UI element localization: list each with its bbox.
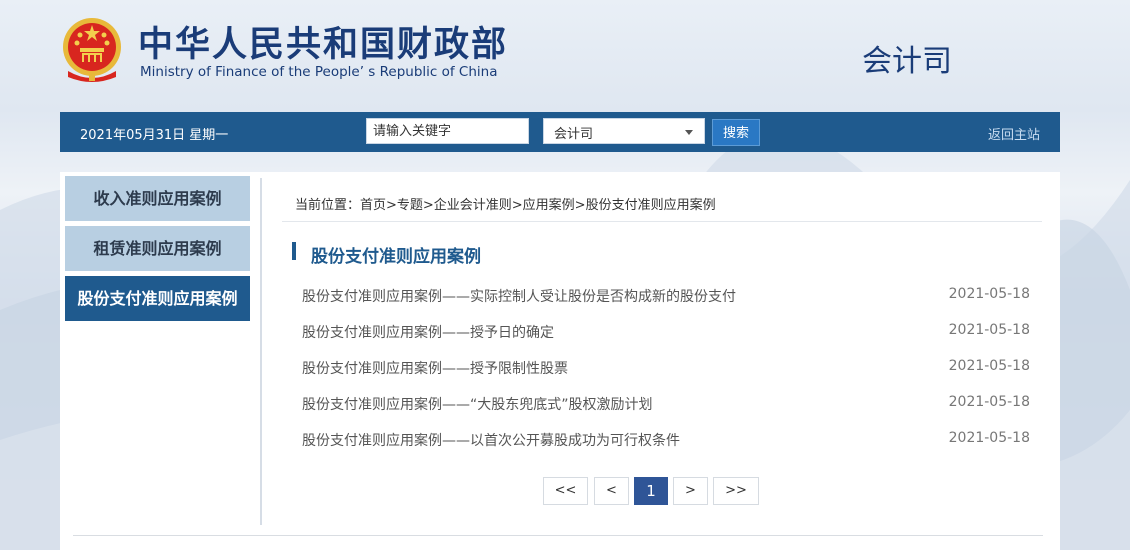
page-1-button[interactable]: 1 (634, 477, 668, 505)
site-title-cn: 中华人民共和国财政部 (138, 25, 509, 65)
search-input[interactable] (366, 118, 529, 144)
last-page-button[interactable]: >> (713, 477, 759, 505)
list-item: 股份支付准则应用案例——授予限制性股票 2021-05-18 (302, 358, 1030, 394)
top-navbar: 2021年05月31日 星期一 会计司 搜索 返回主站 (60, 112, 1060, 152)
section-title: 股份支付准则应用案例 (311, 247, 481, 267)
department-name: 会计司 (862, 44, 952, 79)
article-link[interactable]: 股份支付准则应用案例——授予限制性股票 (302, 358, 568, 378)
return-home-link[interactable]: 返回主站 (988, 124, 1040, 143)
next-page-button[interactable]: > (673, 477, 708, 505)
chevron-down-icon (685, 130, 693, 135)
department-select-value: 会计司 (554, 127, 594, 142)
article-date: 2021-05-18 (948, 394, 1030, 410)
sidebar-item-revenue[interactable]: 收入准则应用案例 (65, 176, 250, 221)
article-date: 2021-05-18 (948, 322, 1030, 338)
footer-divider (73, 535, 1043, 536)
national-emblem-icon (63, 18, 121, 82)
section-title-marker (292, 242, 296, 260)
article-date: 2021-05-18 (948, 430, 1030, 446)
search-button[interactable]: 搜索 (712, 119, 760, 146)
article-link[interactable]: 股份支付准则应用案例——实际控制人受让股份是否构成新的股份支付 (302, 286, 736, 306)
vertical-divider (260, 178, 262, 525)
current-date: 2021年05月31日 星期一 (80, 128, 229, 143)
content-panel: 收入准则应用案例 租赁准则应用案例 股份支付准则应用案例 当前位置：首页>专题>… (60, 172, 1060, 550)
horizontal-divider (282, 221, 1042, 222)
list-item: 股份支付准则应用案例——“大股东兜底式”股权激励计划 2021-05-18 (302, 394, 1030, 430)
first-page-button[interactable]: << (543, 477, 588, 505)
breadcrumb: 当前位置：首页>专题>企业会计准则>应用案例>股份支付准则应用案例 (295, 198, 716, 213)
list-item: 股份支付准则应用案例——授予日的确定 2021-05-18 (302, 322, 1030, 358)
article-list: 股份支付准则应用案例——实际控制人受让股份是否构成新的股份支付 2021-05-… (302, 286, 1030, 466)
sidebar: 收入准则应用案例 租赁准则应用案例 股份支付准则应用案例 (65, 176, 250, 326)
department-select[interactable]: 会计司 (543, 118, 705, 144)
article-link[interactable]: 股份支付准则应用案例——授予日的确定 (302, 322, 554, 342)
article-date: 2021-05-18 (948, 286, 1030, 302)
list-item: 股份支付准则应用案例——实际控制人受让股份是否构成新的股份支付 2021-05-… (302, 286, 1030, 322)
article-link[interactable]: 股份支付准则应用案例——以首次公开募股成功为可行权条件 (302, 430, 680, 450)
site-title-en: Ministry of Finance of the People’ s Rep… (140, 64, 498, 80)
site-header: 中华人民共和国财政部 Ministry of Finance of the Pe… (0, 0, 1130, 112)
prev-page-button[interactable]: < (594, 477, 629, 505)
list-item: 股份支付准则应用案例——以首次公开募股成功为可行权条件 2021-05-18 (302, 430, 1030, 466)
article-date: 2021-05-18 (948, 358, 1030, 374)
article-link[interactable]: 股份支付准则应用案例——“大股东兜底式”股权激励计划 (302, 394, 653, 414)
sidebar-item-lease[interactable]: 租赁准则应用案例 (65, 226, 250, 271)
sidebar-item-share-payment[interactable]: 股份支付准则应用案例 (65, 276, 250, 321)
